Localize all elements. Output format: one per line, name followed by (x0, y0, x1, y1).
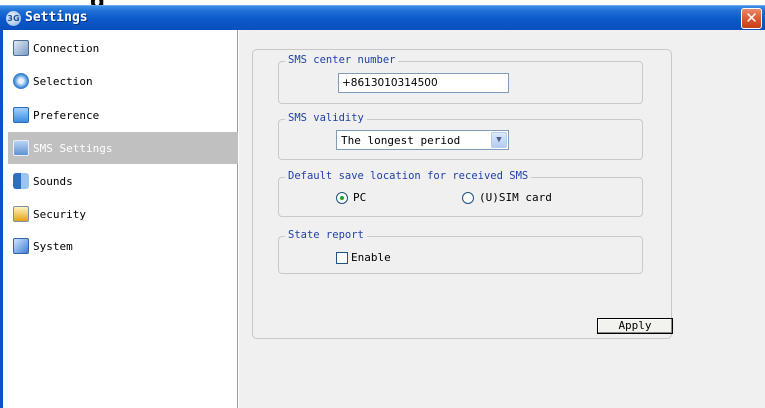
apply-button[interactable]: Apply (597, 318, 673, 334)
sounds-icon (13, 173, 29, 189)
sidebar-item-label: System (33, 239, 73, 253)
window-title: Settings (25, 10, 88, 25)
title-bar: 3G Settings ✕ (0, 5, 765, 30)
security-icon (13, 206, 29, 222)
app-logo-icon: 3G (6, 11, 21, 26)
sidebar-item-sounds[interactable]: Sounds (8, 165, 238, 197)
radio-pc-label: PC (353, 191, 367, 204)
sms-validity-group: SMS validity The longest period ▼ (278, 112, 643, 160)
sidebar-item-label: Selection (33, 74, 93, 88)
enable-checkbox-label: Enable (351, 251, 391, 264)
sidebar-item-label: Sounds (33, 174, 73, 188)
state-report-legend: State report (285, 229, 367, 241)
save-location-legend: Default save location for received SMS (285, 170, 532, 182)
sms-settings-icon (13, 140, 29, 156)
sidebar-item-security[interactable]: Security (8, 198, 238, 230)
sidebar-item-sms-settings[interactable]: SMS Settings (8, 132, 238, 164)
state-report-group: State report Enable (278, 229, 643, 274)
sms-center-group: SMS center number +8613010314500 (278, 54, 643, 104)
close-icon: ✕ (745, 9, 758, 27)
sidebar-item-system[interactable]: System (8, 230, 238, 262)
chevron-down-icon[interactable]: ▼ (491, 132, 507, 148)
sidebar-item-connection[interactable]: Connection (8, 32, 238, 64)
sms-center-number-input[interactable]: +8613010314500 (338, 73, 509, 93)
sidebar-item-label: Security (33, 207, 86, 221)
sms-validity-value: The longest period (341, 134, 461, 147)
radio-sim-card-label: (U)SIM card (479, 191, 552, 204)
radio-pc[interactable]: PC (336, 191, 366, 204)
radio-pc-indicator[interactable] (336, 191, 348, 204)
preference-icon (13, 107, 29, 123)
sidebar-item-preference[interactable]: Preference (8, 99, 238, 131)
enable-checkbox[interactable] (336, 251, 348, 264)
settings-sidebar: Connection Selection Preference SMS Sett… (3, 30, 238, 408)
close-button[interactable]: ✕ (741, 8, 762, 29)
sms-validity-select[interactable]: The longest period ▼ (336, 130, 509, 150)
save-location-group: Default save location for received SMS P… (278, 170, 643, 217)
connection-icon (13, 40, 29, 56)
system-icon (13, 238, 29, 254)
state-report-enable[interactable]: Enable (336, 251, 391, 264)
radio-sim-card[interactable]: (U)SIM card (462, 191, 552, 204)
radio-sim-card-indicator[interactable] (462, 191, 474, 204)
selection-icon (13, 73, 29, 89)
sidebar-item-label: Preference (33, 108, 100, 122)
sidebar-item-label: Connection (33, 41, 100, 55)
sidebar-item-label: SMS Settings (33, 141, 113, 155)
sms-center-legend: SMS center number (285, 54, 399, 66)
sidebar-item-selection[interactable]: Selection (8, 65, 238, 97)
sms-validity-legend: SMS validity (285, 112, 367, 124)
